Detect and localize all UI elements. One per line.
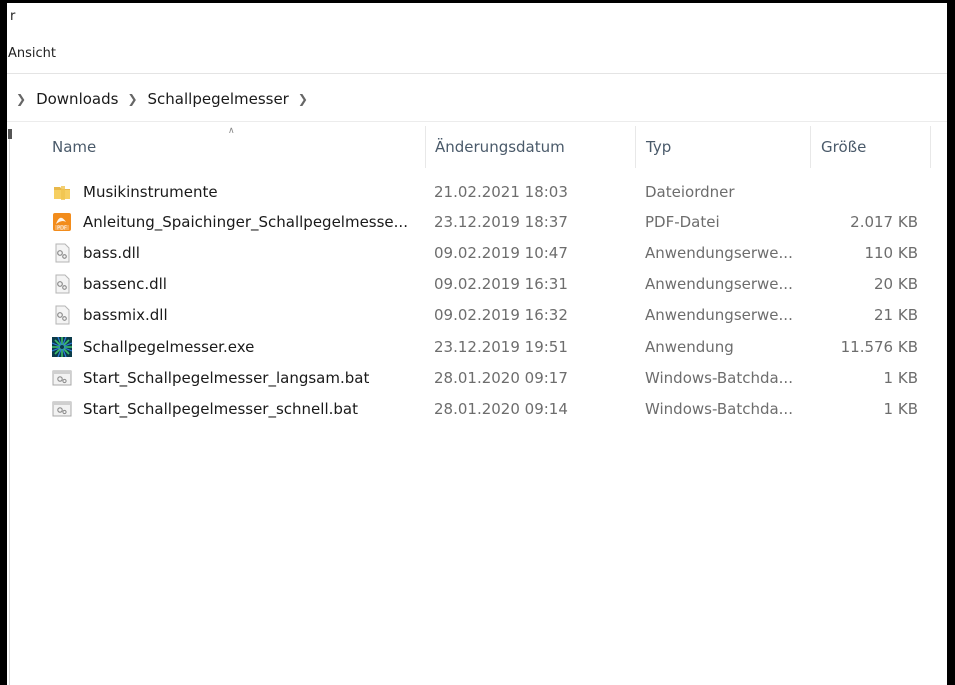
file-date: 28.01.2020 09:14 (434, 400, 568, 418)
file-name: bassenc.dll (83, 275, 167, 293)
column-header-type[interactable]: Typ (635, 124, 810, 170)
column-header-date[interactable]: Änderungsdatum (425, 124, 635, 170)
file-type: Windows-Batchda... (645, 400, 793, 418)
window-frame-top (0, 0, 955, 3)
dll-icon (55, 274, 70, 294)
scroll-marker[interactable] (8, 129, 12, 139)
menu-tab-view[interactable]: Ansicht (8, 46, 56, 61)
breadcrumb-segment-schallpegelmesser[interactable]: Schallpegelmesser (148, 90, 289, 108)
file-type: Anwendungserwe... (645, 306, 793, 324)
file-date: 23.12.2019 19:51 (434, 338, 568, 356)
file-name: Musikinstrumente (83, 183, 218, 201)
dll-icon (55, 305, 70, 325)
file-size: 21 KB (874, 306, 918, 324)
column-header-name[interactable]: Name (43, 124, 425, 170)
dll-icon (55, 243, 70, 263)
file-row[interactable]: Schallpegelmesser.exe 23.12.2019 19:51 A… (43, 335, 947, 359)
svg-text:PDF: PDF (57, 226, 67, 232)
window-frame-left (0, 0, 7, 685)
breadcrumb-segment-downloads[interactable]: Downloads (36, 90, 118, 108)
file-row[interactable]: Musikinstrumente 21.02.2021 18:03 Dateio… (43, 180, 947, 204)
ribbon-divider (7, 73, 947, 74)
file-type: Anwendungserwe... (645, 244, 793, 262)
file-size: 1 KB (883, 400, 918, 418)
file-size (818, 180, 918, 204)
file-row[interactable]: bassmix.dll 09.02.2019 16:32 Anwendungse… (43, 303, 947, 327)
file-name: bassmix.dll (83, 306, 168, 324)
file-size: 11.576 KB (840, 338, 918, 356)
breadcrumb-chevron-icon[interactable]: ❯ (127, 92, 137, 106)
file-size: 110 KB (864, 244, 918, 262)
file-date: 09.02.2019 10:47 (434, 244, 568, 262)
file-type: Windows-Batchda... (645, 369, 793, 387)
app-icon (52, 337, 72, 357)
file-size: 1 KB (883, 369, 918, 387)
file-row[interactable]: bassenc.dll 09.02.2019 16:31 Anwendungse… (43, 272, 947, 296)
address-divider (7, 121, 947, 122)
file-name: Start_Schallpegelmesser_langsam.bat (83, 369, 370, 387)
column-divider[interactable] (930, 126, 931, 168)
batch-icon (52, 401, 72, 417)
pdf-icon: PDF (53, 213, 71, 232)
file-type: Anwendungserwe... (645, 275, 793, 293)
file-row[interactable]: PDF Anleitung_Spaichinger_Schallpegelmes… (43, 210, 947, 234)
file-date: 28.01.2020 09:17 (434, 369, 568, 387)
file-date: 21.02.2021 18:03 (434, 183, 568, 201)
file-size: 20 KB (874, 275, 918, 293)
window-frame-right (947, 0, 955, 685)
folder-icon (54, 186, 70, 200)
file-date: 09.02.2019 16:31 (434, 275, 568, 293)
breadcrumb: ❯ Downloads ❯ Schallpegelmesser ❯ (7, 79, 318, 119)
file-name: Start_Schallpegelmesser_schnell.bat (83, 400, 358, 418)
breadcrumb-chevron-icon[interactable]: ❯ (16, 92, 26, 106)
file-size: 2.017 KB (850, 213, 918, 231)
file-date: 23.12.2019 18:37 (434, 213, 568, 231)
window-title: r (10, 9, 16, 24)
navigation-pane-edge (9, 131, 13, 685)
batch-icon (52, 370, 72, 386)
file-row[interactable]: Start_Schallpegelmesser_schnell.bat 28.0… (43, 397, 947, 421)
file-type: PDF-Datei (645, 213, 720, 231)
file-date: 09.02.2019 16:32 (434, 306, 568, 324)
file-type: Anwendung (645, 338, 734, 356)
file-row[interactable]: Start_Schallpegelmesser_langsam.bat 28.0… (43, 366, 947, 390)
file-type: Dateiordner (645, 183, 735, 201)
file-name: Anleitung_Spaichinger_Schallpegelmesse..… (83, 213, 408, 231)
file-name: bass.dll (83, 244, 140, 262)
file-row[interactable]: bass.dll 09.02.2019 10:47 Anwendungserwe… (43, 241, 947, 265)
breadcrumb-chevron-icon[interactable]: ❯ (298, 92, 308, 106)
file-name: Schallpegelmesser.exe (83, 338, 255, 356)
column-header-size[interactable]: Größe (810, 124, 930, 170)
